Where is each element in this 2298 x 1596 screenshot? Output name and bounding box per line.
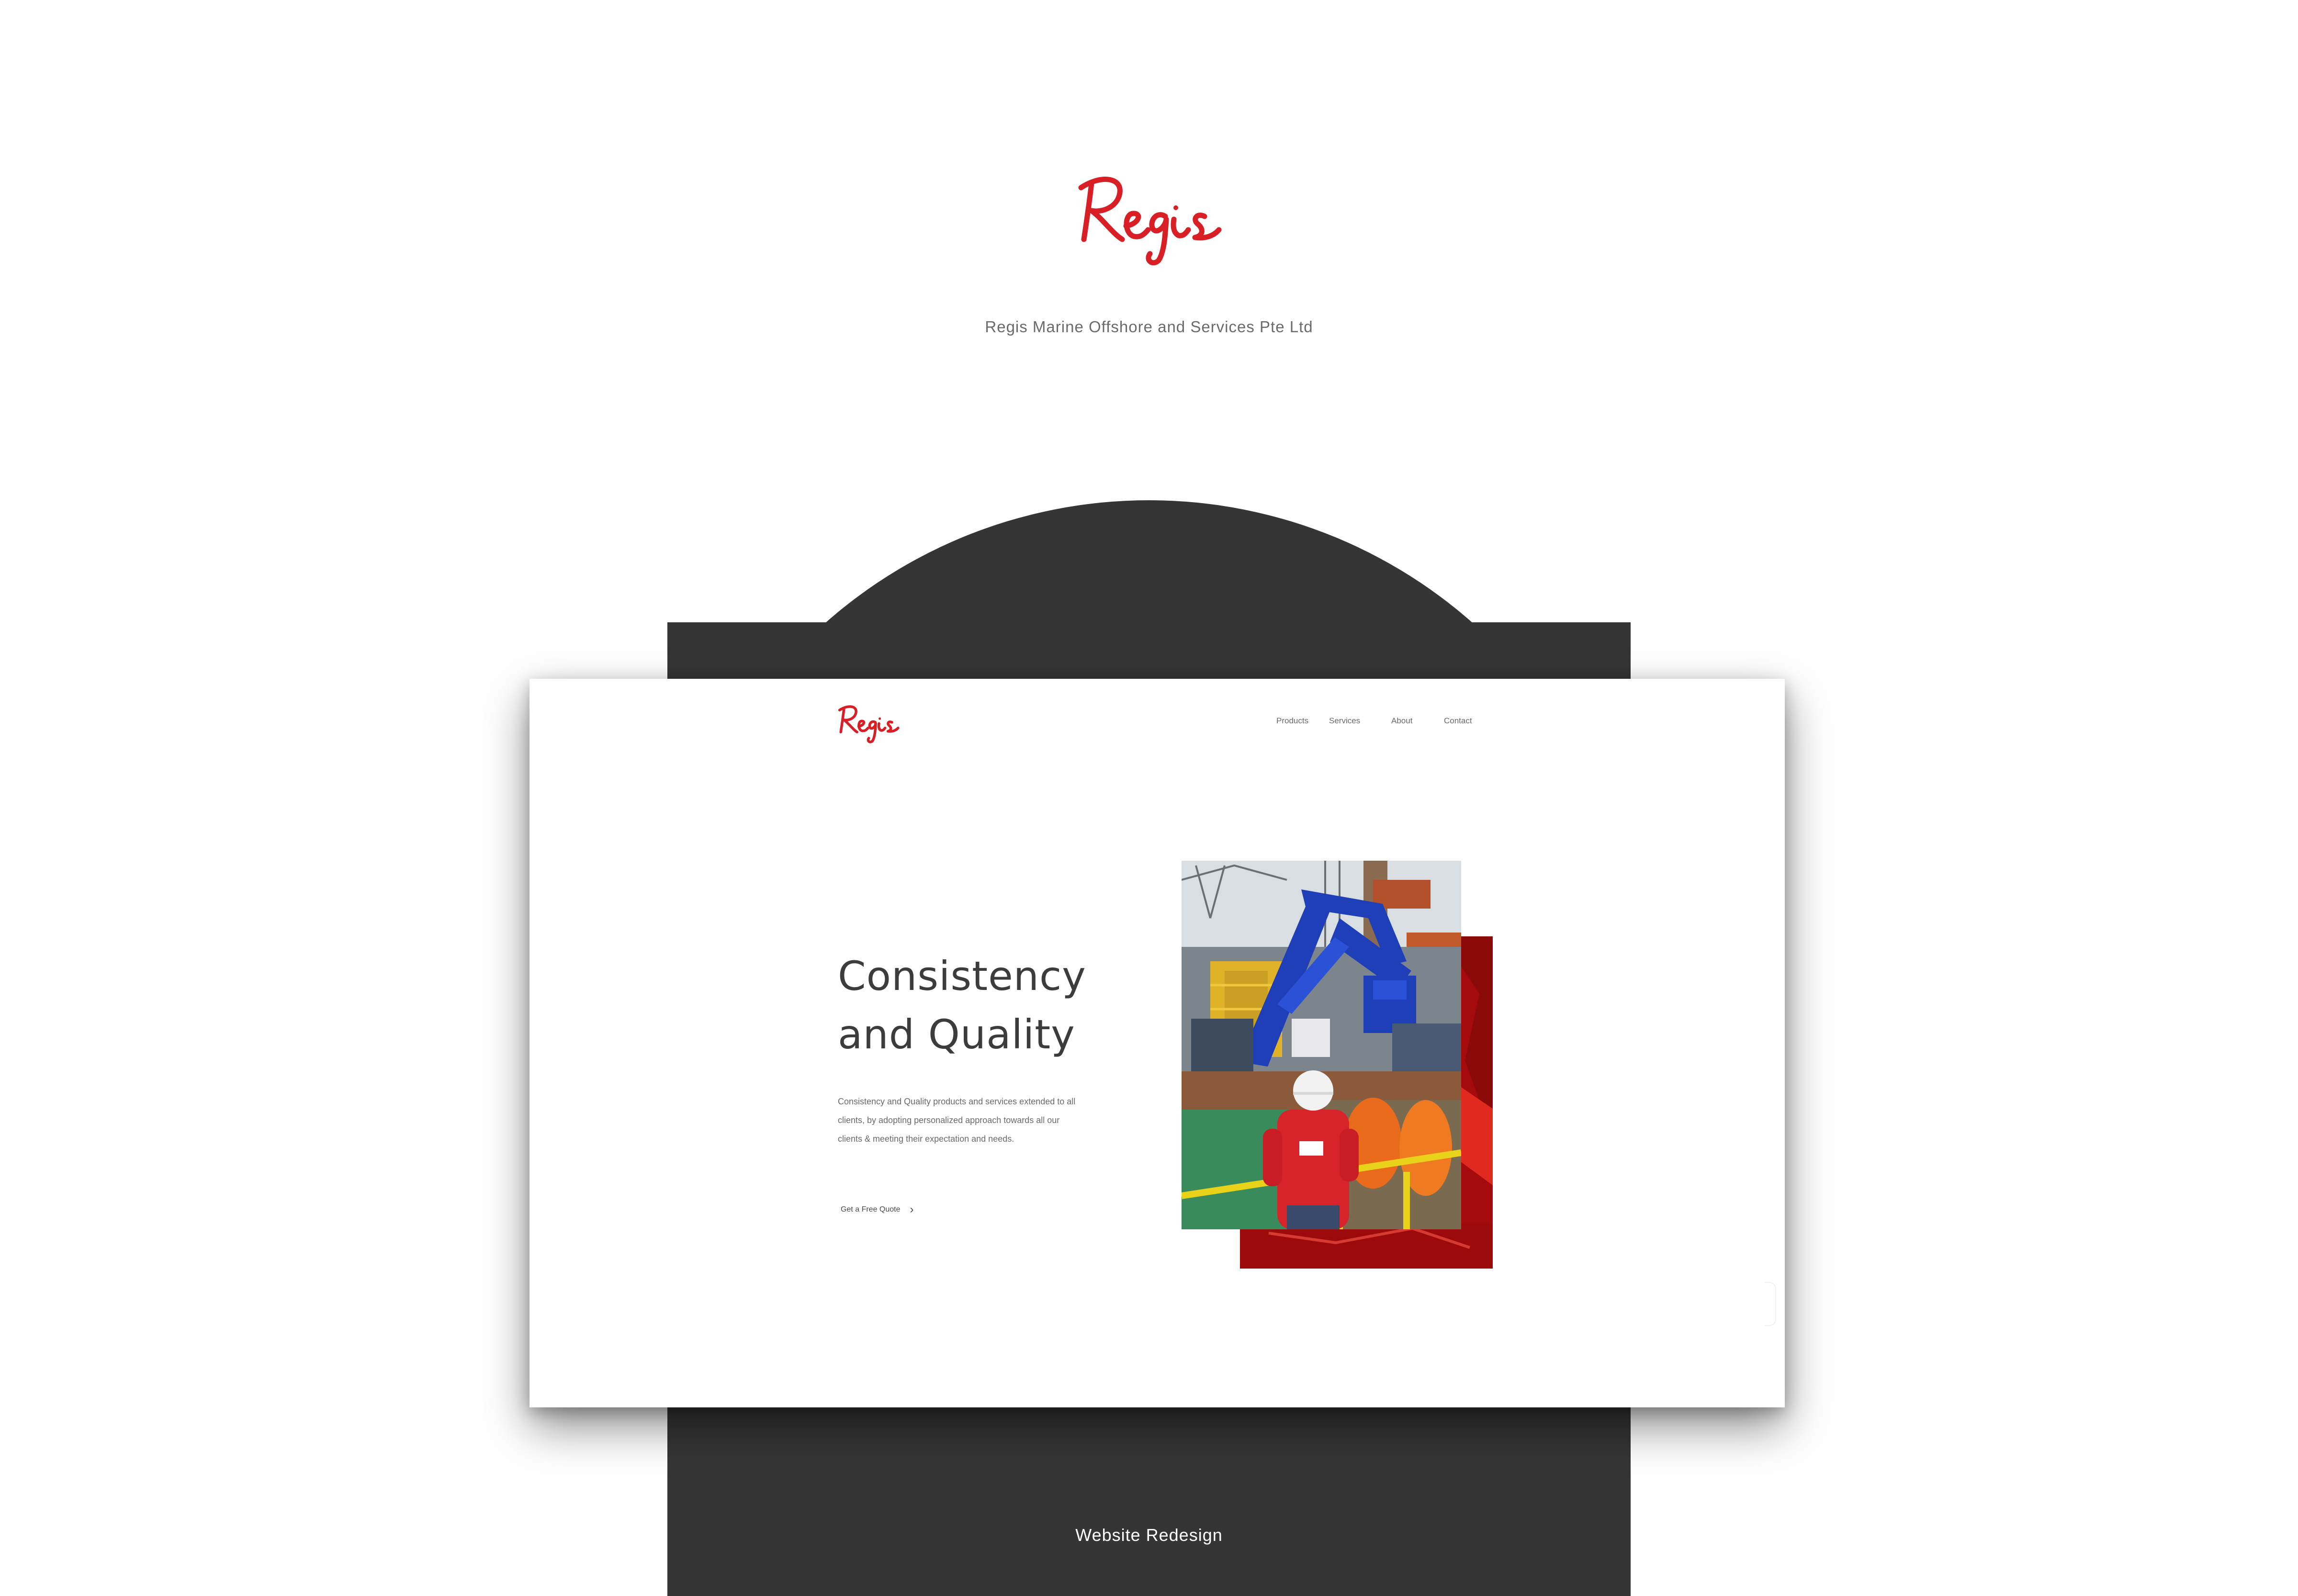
presentation-page: Regis Marine Offshore and Services Pte L…	[0, 0, 2298, 1596]
nav-item-services[interactable]: Services	[1329, 716, 1360, 726]
scroll-handle[interactable]	[1765, 1282, 1776, 1326]
hero-headline: Consistency and Quality	[838, 947, 1144, 1064]
nav-item-products[interactable]: Products	[1276, 716, 1308, 726]
regis-logo	[1078, 177, 1222, 266]
nav-item-about[interactable]: About	[1391, 716, 1412, 726]
get-free-quote-link[interactable]: Get a Free Quote ›	[841, 1203, 914, 1217]
company-name: Regis Marine Offshore and Services Pte L…	[985, 318, 1313, 336]
hero-description: Consistency and Quality products and ser…	[838, 1097, 1076, 1144]
chevron-right-icon: ›	[910, 1203, 914, 1216]
hero-offshore-photo	[1182, 861, 1461, 1229]
footer-caption: Website Redesign	[1075, 1525, 1223, 1545]
nav-item-contact[interactable]: Contact	[1444, 716, 1472, 726]
website-mockup: Products Services About Contact Consiste…	[529, 679, 1785, 1407]
mockup-regis-logo[interactable]	[836, 698, 903, 746]
hero-headline-line1: Consistency	[838, 953, 1086, 1000]
hero-headline-line2: and Quality	[838, 1011, 1075, 1058]
cta-label: Get a Free Quote	[841, 1205, 901, 1214]
main-nav: Products Services About Contact	[1248, 716, 1516, 731]
